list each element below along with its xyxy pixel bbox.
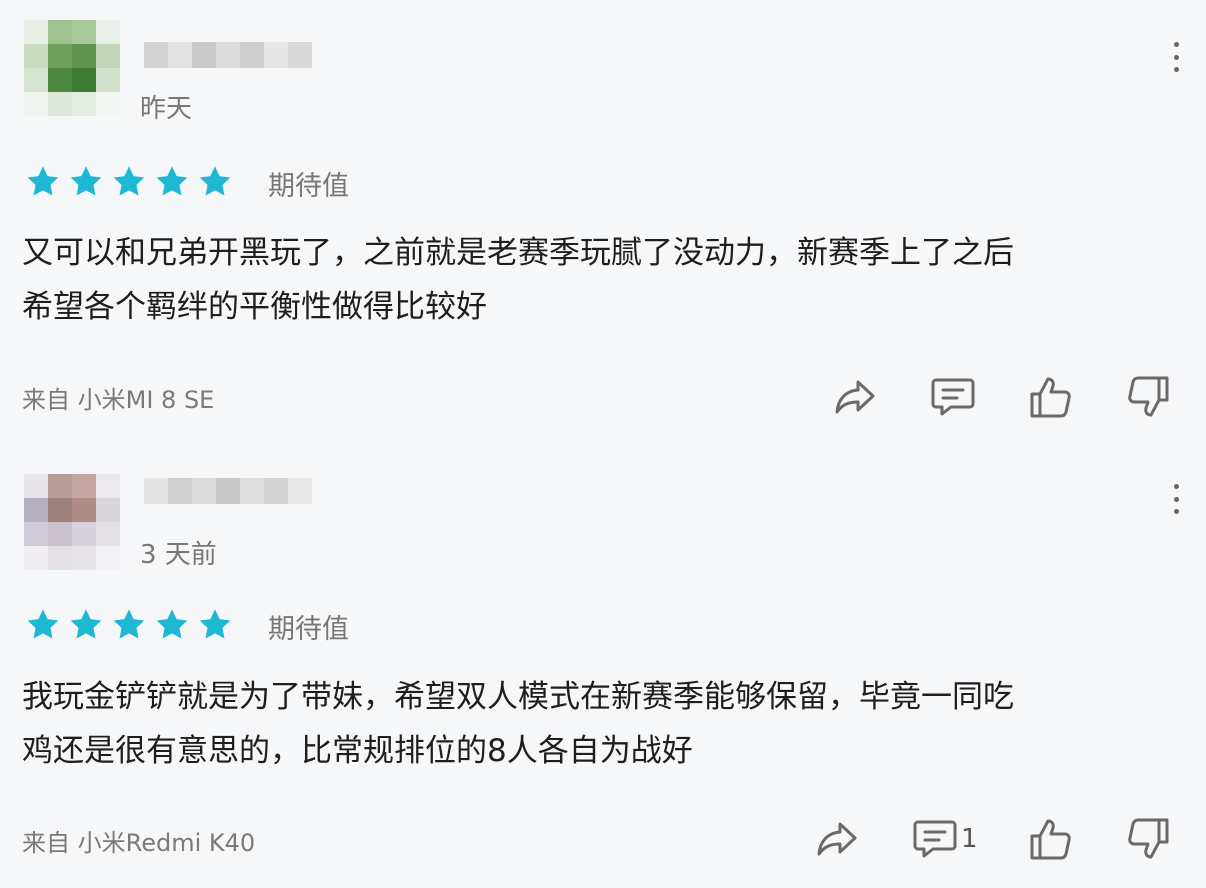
review-date: 昨天 [140, 94, 193, 124]
share-icon [817, 822, 857, 856]
device-label: 来自 小米MI 8 SE [22, 386, 215, 414]
dislike-button[interactable] [1127, 375, 1169, 419]
comment-count: 1 [961, 824, 978, 854]
more-vertical-icon[interactable] [1168, 484, 1184, 514]
rating-tag: 期待值 [268, 171, 349, 202]
more-vertical-icon[interactable] [1168, 42, 1184, 72]
review-text-line: 我玩金铲铲就是为了带妹，希望双人模式在新赛季能够保留，毕竟一同吃 [22, 679, 1014, 715]
thumbs-down-icon [1128, 818, 1169, 859]
star-rating [24, 607, 234, 643]
comment-button[interactable]: 1 [913, 818, 978, 860]
review-text: 又可以和兄弟开黑玩了，之前就是老赛季玩腻了没动力，新赛季上了之后 希望各个羁绊的… [22, 226, 1182, 334]
review-text-line: 又可以和兄弟开黑玩了，之前就是老赛季玩腻了没动力，新赛季上了之后 [22, 235, 1014, 271]
device-label: 来自 小米Redmi K40 [22, 829, 256, 857]
review-card: 昨天 期待值 又可以和兄弟开黑玩了，之前就是老赛季玩腻了没动力，新赛季上了之后 … [0, 0, 1206, 444]
review-date: 3 天前 [140, 540, 217, 570]
avatar[interactable] [24, 20, 120, 116]
star-icon [70, 609, 102, 639]
share-icon [835, 380, 875, 414]
comment-icon [931, 378, 975, 416]
avatar[interactable] [24, 474, 120, 570]
star-icon [27, 166, 59, 196]
rating-tag: 期待值 [268, 614, 349, 645]
like-button[interactable] [1030, 817, 1072, 861]
review-text: 我玩金铲铲就是为了带妹，希望双人模式在新赛季能够保留，毕竟一同吃 鸡还是很有意思… [22, 670, 1182, 778]
like-button[interactable] [1030, 375, 1072, 419]
comment-button[interactable] [931, 376, 979, 418]
star-icon [156, 166, 188, 196]
star-icon [156, 609, 188, 639]
review-text-line: 希望各个羁绊的平衡性做得比较好 [22, 289, 487, 325]
star-icon [113, 609, 145, 639]
comment-icon [913, 820, 957, 858]
star-icon [27, 609, 59, 639]
star-icon [70, 166, 102, 196]
username[interactable] [144, 42, 312, 68]
thumbs-down-icon [1128, 376, 1169, 417]
share-button[interactable] [816, 819, 858, 859]
star-rating [24, 164, 234, 200]
star-icon [199, 166, 231, 196]
thumbs-up-icon [1030, 377, 1071, 418]
review-card: 3 天前 期待值 我玩金铲铲就是为了带妹，希望双人模式在新赛季能够保留，毕竟一同… [0, 444, 1206, 888]
dislike-button[interactable] [1127, 817, 1169, 861]
star-icon [199, 609, 231, 639]
username[interactable] [144, 478, 312, 504]
share-button[interactable] [834, 377, 876, 417]
review-text-line: 鸡还是很有意思的，比常规排位的8人各自为战好 [22, 733, 693, 769]
star-icon [113, 166, 145, 196]
thumbs-up-icon [1030, 819, 1071, 860]
